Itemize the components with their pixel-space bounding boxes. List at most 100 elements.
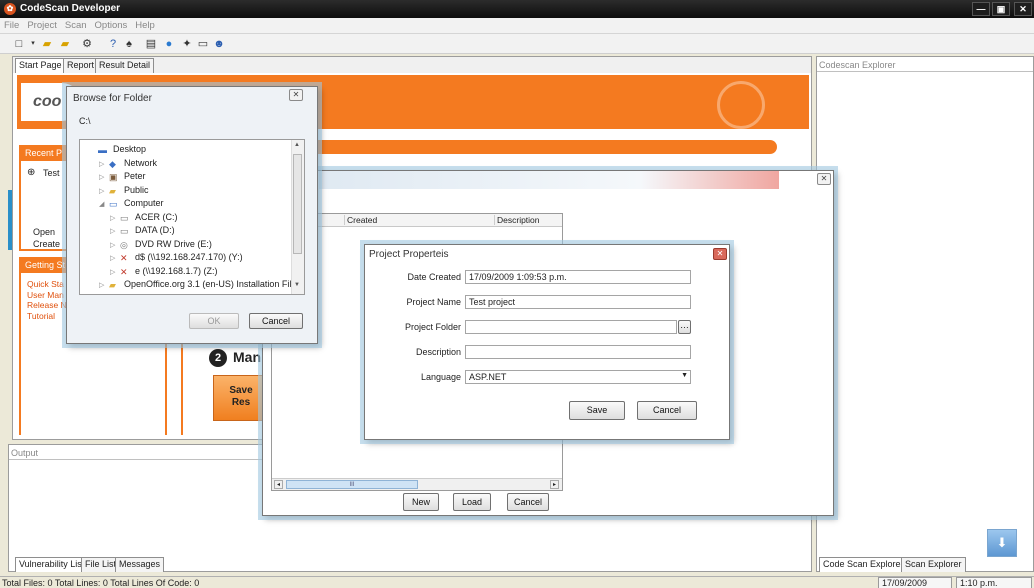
open-folder-icon[interactable]: ▰	[40, 37, 54, 51]
scan-icon[interactable]: ✦	[180, 37, 194, 51]
tutorial-link[interactable]: Tutorial	[27, 311, 67, 322]
expand-arrow-icon[interactable]: ▷	[99, 173, 109, 181]
maximize-button[interactable]: ▣	[992, 2, 1010, 16]
browse-cancel-button[interactable]: Cancel	[249, 313, 303, 329]
save-results-button[interactable]: Save Res	[213, 375, 269, 421]
dropdown-arrow-icon[interactable]: ▼	[681, 372, 688, 379]
description-field[interactable]	[465, 345, 691, 359]
tree-item[interactable]: ▬ Desktop	[88, 144, 304, 158]
user-manual-link[interactable]: User Man	[27, 290, 67, 301]
step-number-badge: 2	[209, 349, 227, 367]
scroll-thumb[interactable]: III	[286, 480, 418, 489]
tree-item[interactable]: ▷ ◎ DVD RW Drive (E:)	[88, 239, 304, 253]
side-edge-tab[interactable]	[8, 190, 12, 250]
menu-scan[interactable]: Scan	[61, 18, 91, 33]
drive-icon: ▭	[120, 212, 129, 223]
expand-arrow-icon[interactable]: ▷	[110, 254, 120, 262]
tree-item-label: DVD RW Drive (E:)	[135, 238, 212, 249]
expand-arrow-icon[interactable]: ▷	[99, 187, 109, 195]
open-project-link[interactable]: Open	[33, 227, 55, 237]
tab-messages[interactable]: Messages	[115, 557, 165, 572]
expand-arrow-icon[interactable]: ▷	[99, 160, 109, 168]
tree-item[interactable]: ▷ ✕ d$ (\\192.168.247.170) (Y:)	[88, 252, 304, 266]
download-arrow-icon[interactable]: ⬇	[987, 529, 1017, 557]
project-properties-title: Project Properteis	[369, 249, 449, 260]
scroll-up-icon[interactable]: ▲	[294, 142, 300, 148]
tree-item-label: e (\\192.168.1.7) (Z:)	[135, 265, 218, 276]
tree-item[interactable]: ▷ ▭ ACER (C:)	[88, 212, 304, 226]
minimize-button[interactable]: —	[972, 2, 990, 16]
expand-arrow-icon[interactable]: ▷	[99, 281, 109, 289]
load-project-button[interactable]: Load	[453, 493, 491, 511]
column-created[interactable]: Created	[344, 215, 377, 225]
new-project-button[interactable]: New	[403, 493, 439, 511]
report-icon[interactable]: ▭	[196, 37, 210, 51]
project-name-field[interactable]: Test project	[465, 295, 691, 309]
recent-project-item[interactable]: Test	[43, 168, 60, 178]
create-project-link[interactable]: Create	[33, 239, 60, 249]
tree-scrollbar[interactable]: ▲ ▼	[291, 140, 304, 294]
tab-vulnerability-list[interactable]: Vulnerability List	[15, 557, 89, 572]
menu-options[interactable]: Options	[91, 18, 132, 33]
project-folder-field[interactable]	[465, 320, 677, 334]
horizontal-scrollbar[interactable]: ◂ III ▸	[272, 478, 562, 490]
tree-item-label: DATA (D:)	[135, 225, 175, 235]
users-icon[interactable]: ☻	[212, 37, 226, 51]
folder-tree[interactable]: ▬ Desktop ▷ ◆ Network ▷ ▣ Peter ▷ ▰ Public ◢ ▭ Comput…	[79, 139, 305, 295]
tab-start-page[interactable]: Start Page	[15, 58, 66, 73]
tree-item[interactable]: ◢ ▭ Computer	[88, 198, 304, 212]
tree-item-label: d$ (\\192.168.247.170) (Y:)	[135, 252, 243, 262]
tree-item[interactable]: ▷ ▰ Public	[88, 185, 304, 199]
status-summary: Total Files: 0 Total Lines: 0 Total Line…	[2, 578, 200, 588]
tree-item[interactable]: ▷ ◆ Network	[88, 158, 304, 172]
description-label: Description	[415, 347, 461, 357]
properties-close-icon[interactable]: ✕	[713, 248, 727, 260]
scroll-right-icon[interactable]: ▸	[550, 480, 559, 489]
dropdown-arrow-icon[interactable]: ▾	[26, 37, 40, 51]
menu-file[interactable]: File	[0, 18, 23, 33]
expand-arrow-icon[interactable]: ▷	[110, 268, 120, 276]
book-icon[interactable]: ▤	[144, 37, 158, 51]
scroll-down-icon[interactable]: ▼	[294, 282, 300, 288]
browse-close-icon[interactable]: ✕	[289, 89, 303, 101]
date-created-field[interactable]: 17/09/2009 1:09:53 p.m.	[465, 270, 691, 284]
tree-item[interactable]: ▷ ▣ Peter	[88, 171, 304, 185]
scroll-left-icon[interactable]: ◂	[274, 480, 283, 489]
tree-item[interactable]: ▷ ▰ OpenOffice.org 3.1 (en-US) Installatio…	[88, 279, 304, 293]
browse-folder-button[interactable]: …	[678, 320, 691, 334]
quick-start-link[interactable]: Quick Sta	[27, 279, 67, 290]
tab-scan-explorer[interactable]: Scan Explorer	[901, 557, 966, 572]
new-file-icon[interactable]: □	[12, 37, 26, 51]
open-project-close-icon[interactable]: ✕	[817, 173, 831, 185]
save-folder-icon[interactable]: ▰	[58, 37, 72, 51]
cancel-button[interactable]: Cancel	[637, 401, 697, 420]
column-description[interactable]: Description	[494, 215, 540, 225]
tab-code-scan-explorer[interactable]: Code Scan Explorer	[819, 557, 908, 572]
release-notes-link[interactable]: Release N	[27, 300, 67, 311]
menu-help[interactable]: Help	[131, 18, 159, 33]
save-button[interactable]: Save	[569, 401, 625, 420]
ok-button[interactable]: OK	[189, 313, 239, 329]
tab-result-detail[interactable]: Result Detail	[95, 58, 155, 73]
menu-project[interactable]: Project	[23, 18, 61, 33]
expand-arrow-icon[interactable]: ▷	[110, 227, 120, 235]
drive-icon: ▭	[120, 226, 129, 236]
save-results-line1: Save	[229, 385, 253, 396]
cancel-open-button[interactable]: Cancel	[507, 493, 549, 511]
expand-arrow-icon[interactable]: ▷	[110, 214, 120, 222]
tree-item[interactable]: ▷ ▭ DATA (D:)	[88, 225, 304, 239]
tab-report[interactable]: Report	[63, 58, 99, 73]
close-button[interactable]: ✕	[1014, 2, 1032, 16]
toolbar: □ ▾ ▰ ▰ ⚙ ? ♠ ▤ ● ✦ ▭ ☻	[0, 34, 1034, 54]
expanded-arrow-icon[interactable]: ◢	[99, 200, 109, 208]
globe-icon[interactable]: ●	[162, 37, 176, 51]
expand-arrow-icon[interactable]: ▷	[110, 241, 120, 249]
folder-icon: ▰	[109, 185, 116, 196]
settings-icon[interactable]: ⚙	[80, 37, 94, 51]
tree-item[interactable]: ▷ ✕ e (\\192.168.1.7) (Z:)	[88, 266, 304, 280]
tree-scroll-thumb[interactable]	[293, 154, 302, 254]
help-icon[interactable]: ?	[106, 37, 120, 51]
find-icon[interactable]: ♠	[122, 37, 136, 51]
logo-text: coo	[33, 93, 62, 110]
language-select[interactable]: ASP.NET ▼	[465, 370, 691, 384]
